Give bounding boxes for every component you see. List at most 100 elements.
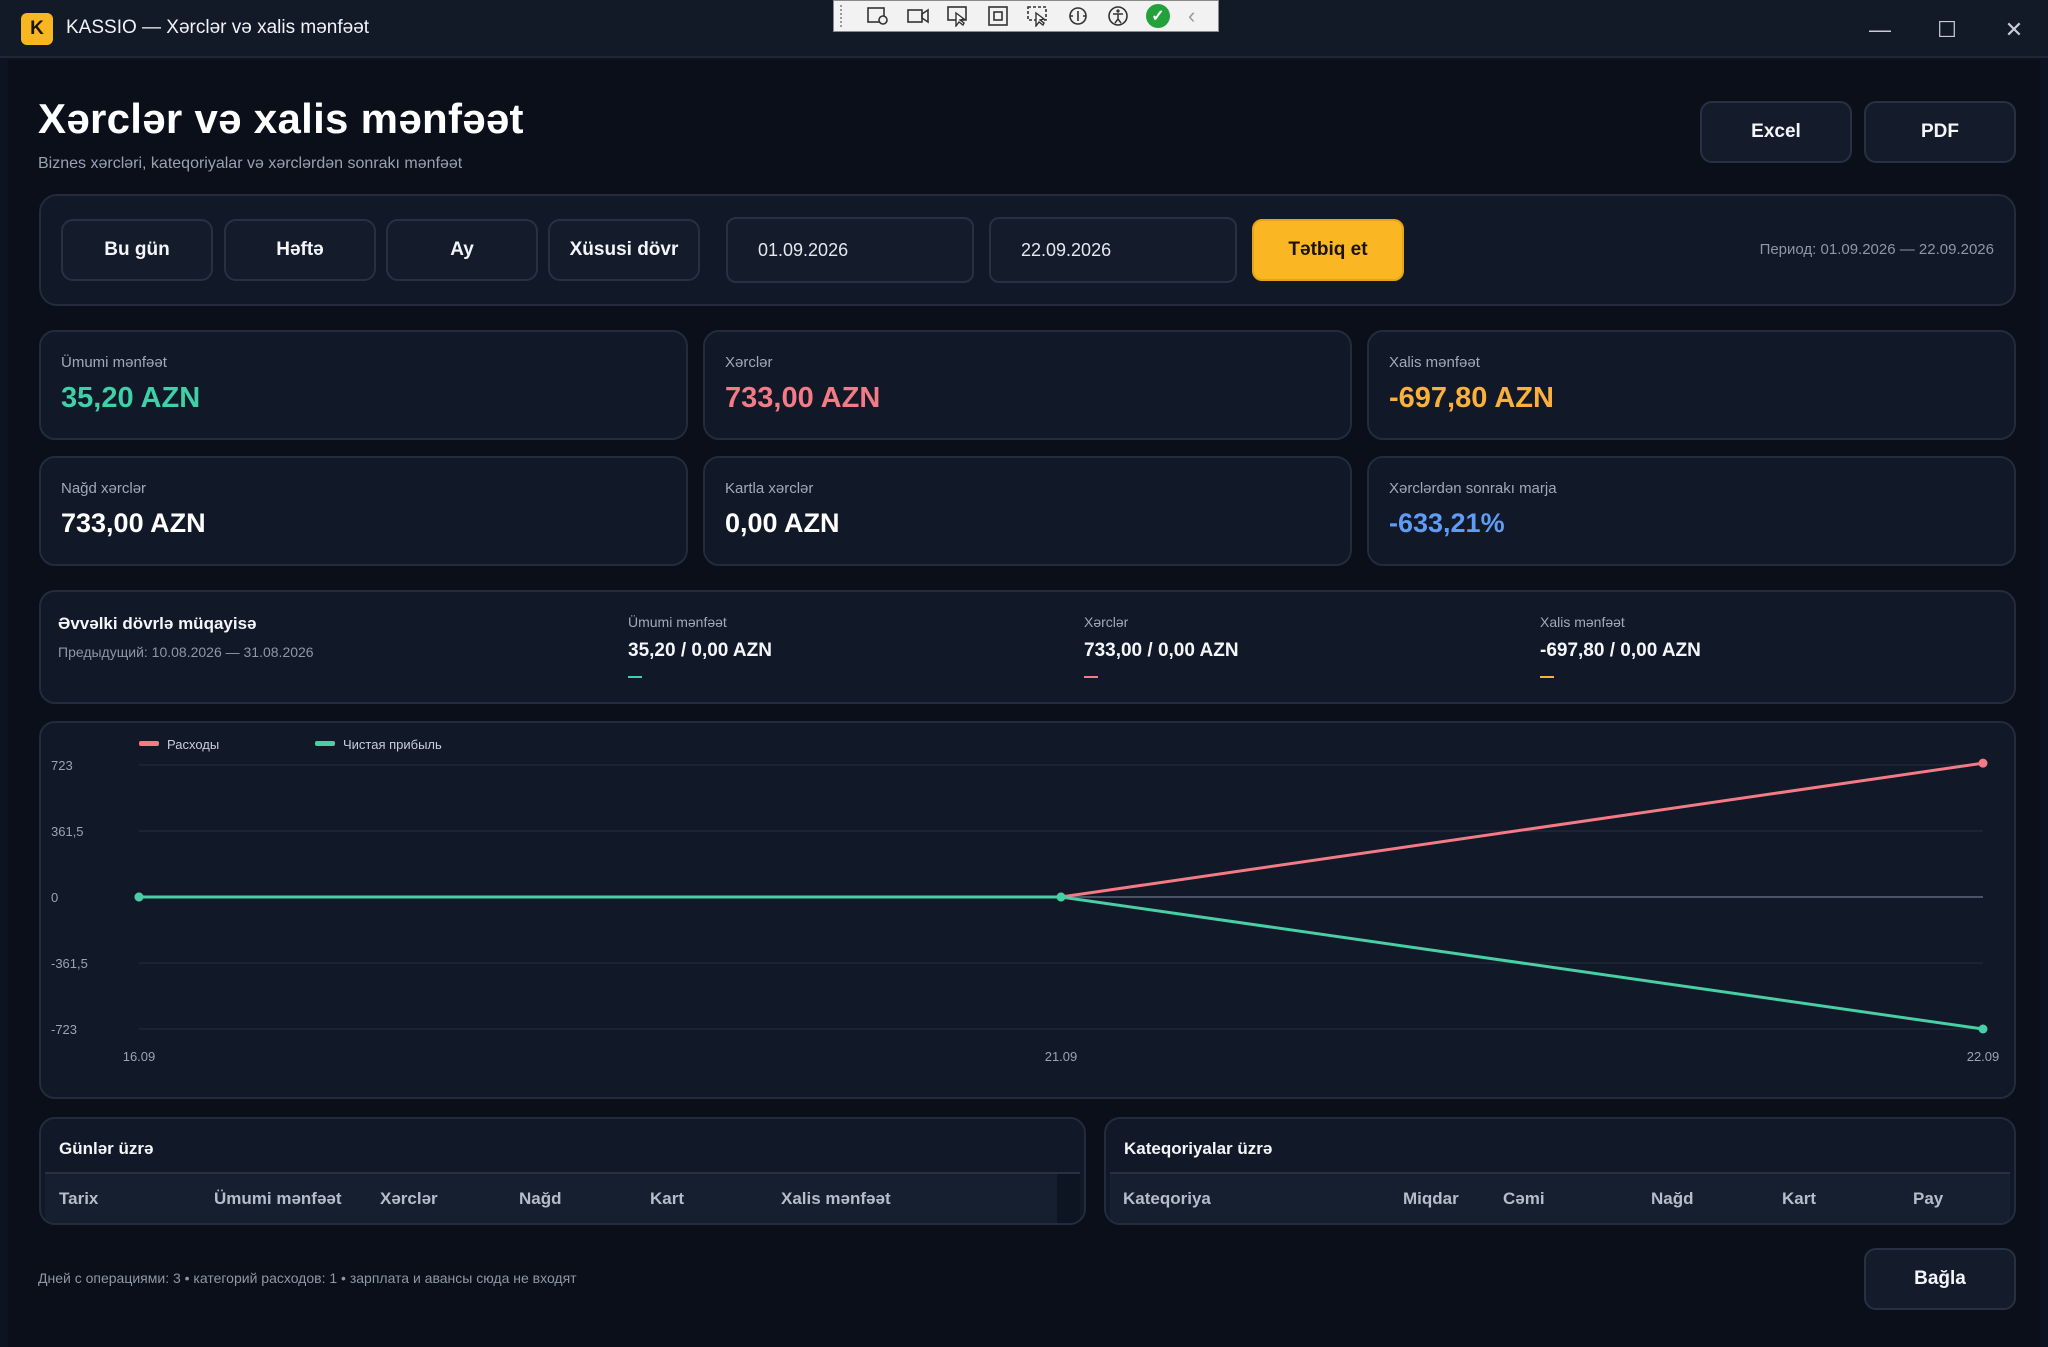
y-tick-label: 361,5 — [51, 824, 84, 839]
close-dialog-button[interactable]: Bağla — [1864, 1248, 2016, 1310]
drag-grip-icon[interactable] — [840, 5, 848, 27]
x-tick-label: 22.09 — [1967, 1049, 2000, 1064]
comparison-value: 35,20 / 0,00 AZN — [628, 640, 772, 661]
comparison-label: Ümumi mənfəət — [628, 614, 727, 630]
apply-button[interactable]: Tətbiq et — [1252, 219, 1404, 281]
column-header-cash[interactable]: Nağd — [519, 1189, 562, 1209]
preset-month-button[interactable]: Ay — [386, 219, 538, 281]
column-header-category[interactable]: Kateqoriya — [1123, 1189, 1211, 1209]
card-card-expenses: Kartla xərclər 0,00 AZN — [703, 456, 1352, 566]
comparison-trend-mark — [1084, 676, 1098, 678]
card-label: Nağd xərclər — [61, 480, 147, 497]
accessibility-icon[interactable] — [1098, 1, 1138, 31]
categories-table-title: Kateqoriyalar üzrə — [1124, 1139, 1273, 1158]
column-header-share[interactable]: Pay — [1913, 1189, 1943, 1209]
comparison-label: Xərclər — [1084, 614, 1129, 630]
card-cash-expenses: Nağd xərclər 733,00 AZN — [39, 456, 688, 566]
collapse-chevron-icon[interactable]: ‹ — [1188, 3, 1195, 29]
export-excel-button[interactable]: Excel — [1700, 101, 1852, 163]
categories-table-panel: Kateqoriyalar üzrə Kateqoriya Miqdar Cəm… — [1104, 1117, 2016, 1225]
close-window-button[interactable]: ✕ — [1986, 10, 2042, 50]
y-tick-label: -723 — [51, 1022, 77, 1037]
legend-label: Чистая прибыль — [343, 737, 442, 752]
card-value: 733,00 AZN — [61, 508, 206, 538]
card-label: Xərclər — [725, 354, 773, 371]
card-expenses: Xərclər 733,00 AZN — [703, 330, 1352, 440]
audio-icon[interactable] — [1058, 1, 1098, 31]
legend-swatch — [315, 741, 335, 746]
comparison-value: -697,80 / 0,00 AZN — [1540, 640, 1701, 661]
footer-note: Дней с операциями: 3 • категорий расходо… — [38, 1270, 577, 1286]
period-text: Период: 01.09.2026 — 22.09.2026 — [1759, 241, 1994, 258]
column-header-card[interactable]: Kart — [650, 1189, 684, 1209]
video-record-icon[interactable] — [898, 1, 938, 31]
categories-table-header: Kateqoriya Miqdar Cəmi Nağd Kart Pay — [1110, 1172, 2010, 1223]
vertical-scrollbar[interactable] — [1057, 1174, 1080, 1223]
filter-panel: Bu gün Həftə Ay Xüsusi dövr 01.09.2026 2… — [39, 194, 2016, 306]
region-capture-icon[interactable] — [978, 1, 1018, 31]
legend-label: Расходы — [167, 737, 219, 752]
column-header-expenses[interactable]: Xərclər — [380, 1189, 438, 1209]
card-value: 35,20 AZN — [61, 382, 201, 414]
column-header-card[interactable]: Kart — [1782, 1189, 1816, 1209]
comparison-title: Əvvəlki dövrlə müqayisə — [58, 614, 257, 633]
comparison-label: Xalis mənfəət — [1540, 614, 1625, 630]
y-tick-label: 0 — [51, 890, 58, 905]
preset-today-button[interactable]: Bu gün — [61, 219, 213, 281]
app-logo: K — [21, 13, 53, 45]
days-table-panel: Günlər üzrə Tarix Ümumi mənfəət Xərclər … — [39, 1117, 1086, 1225]
ready-status-icon[interactable]: ✓ — [1138, 1, 1178, 31]
date-from-field[interactable]: 01.09.2026 — [726, 217, 974, 283]
card-label: Ümumi mənfəət — [61, 354, 167, 371]
card-margin: Xərclərdən sonrakı marja -633,21% — [1367, 456, 2016, 566]
page-subtitle: Biznes xərcləri, kateqoriyalar və xərclə… — [38, 155, 463, 172]
date-to-field[interactable]: 22.09.2026 — [989, 217, 1237, 283]
comparison-panel: Əvvəlki dövrlə müqayisə Предыдущий: 10.0… — [39, 590, 2016, 704]
line-chart: 723 361,5 0 -361,5 -723 16.09 21.09 22.09 Расход… — [51, 737, 2000, 1064]
data-point — [1056, 892, 1066, 902]
card-value: 0,00 AZN — [725, 508, 840, 538]
select-pointer-icon[interactable] — [938, 1, 978, 31]
card-label: Xalis mənfəət — [1389, 354, 1480, 371]
column-header-gross-profit[interactable]: Ümumi mənfəət — [214, 1189, 342, 1209]
y-tick-label: -361,5 — [51, 956, 88, 971]
chart-panel: 723 361,5 0 -361,5 -723 16.09 21.09 22.09 Расход… — [39, 721, 2016, 1099]
card-gross-profit: Ümumi mənfəət 35,20 AZN — [39, 330, 688, 440]
period-label: Период: 01.09.2026 — 22.09.2026 — [1760, 241, 1994, 259]
data-point — [1978, 758, 1988, 768]
legend-swatch — [139, 741, 159, 746]
comparison-value: 733,00 / 0,00 AZN — [1084, 640, 1239, 661]
export-pdf-button[interactable]: PDF — [1864, 101, 2016, 163]
minimize-button[interactable]: — — [1852, 10, 1908, 50]
card-label: Kartla xərclər — [725, 480, 814, 497]
card-value: -697,80 AZN — [1389, 382, 1554, 414]
comparison-trend-mark — [1540, 676, 1554, 678]
capture-toolbar: ✓ ‹ — [833, 0, 1219, 32]
comparison-previous-period: Предыдущий: 10.08.2026 — 31.08.2026 — [58, 644, 314, 660]
series-line — [139, 761, 1984, 899]
card-value: -633,21% — [1389, 508, 1505, 538]
preset-custom-button[interactable]: Xüsusi dövr — [548, 219, 700, 281]
column-header-quantity[interactable]: Miqdar — [1403, 1189, 1459, 1209]
column-header-total[interactable]: Cəmi — [1503, 1189, 1545, 1209]
card-value: 733,00 AZN — [725, 382, 881, 414]
days-table-title: Günlər üzrə — [59, 1139, 154, 1158]
page-title: Xərclər və xalis mənfəət — [38, 95, 524, 142]
column-header-date[interactable]: Tarix — [59, 1189, 98, 1209]
data-point — [1978, 1024, 1988, 1034]
y-tick-label: 723 — [51, 758, 73, 773]
column-header-cash[interactable]: Nağd — [1651, 1189, 1694, 1209]
maximize-button[interactable]: ☐ — [1919, 10, 1975, 50]
x-tick-label: 21.09 — [1045, 1049, 1078, 1064]
window-title: KASSIO — Xərclər və xalis mənfəət — [66, 17, 370, 38]
data-point — [134, 892, 144, 902]
days-table-header: Tarix Ümumi mənfəət Xərclər Nağd Kart Xa… — [45, 1172, 1080, 1223]
column-header-net-profit[interactable]: Xalis mənfəət — [781, 1189, 891, 1209]
x-tick-label: 16.09 — [123, 1049, 156, 1064]
preset-week-button[interactable]: Həftə — [224, 219, 376, 281]
comparison-trend-mark — [628, 676, 642, 678]
screenshot-settings-icon[interactable] — [858, 1, 898, 31]
card-label: Xərclərdən sonrakı marja — [1389, 480, 1557, 497]
card-net-profit: Xalis mənfəət -697,80 AZN — [1367, 330, 2016, 440]
window-capture-icon[interactable] — [1018, 1, 1058, 31]
